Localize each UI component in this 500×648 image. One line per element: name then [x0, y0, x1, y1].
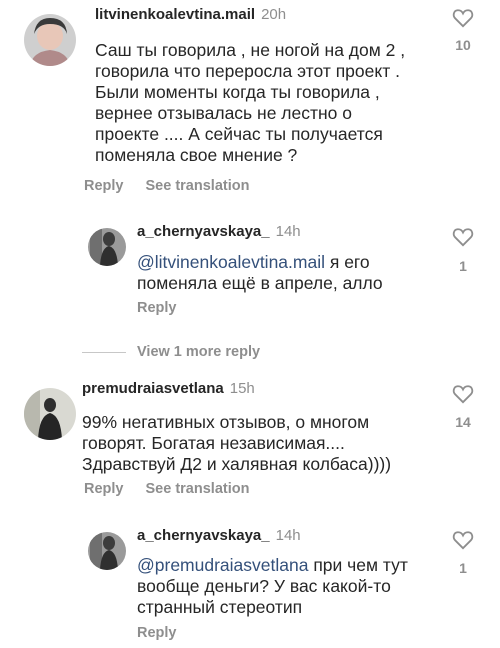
- heart-icon[interactable]: [452, 8, 474, 28]
- heart-icon[interactable]: [452, 227, 474, 247]
- timestamp: 14h: [275, 527, 301, 544]
- username[interactable]: premudraiasvetlana 15h: [82, 380, 255, 397]
- username[interactable]: a_chernyavskaya_ 14h: [137, 527, 301, 544]
- username-text[interactable]: premudraiasvetlana: [82, 380, 224, 397]
- reply-button[interactable]: Reply: [137, 625, 177, 641]
- like-count: 10: [455, 37, 471, 53]
- comment-text: @premudraiasvetlana при чем тут вообще д…: [137, 555, 427, 618]
- comment-actions: Reply: [137, 625, 199, 641]
- user-avatar-photo-icon: [88, 532, 126, 570]
- comment-actions: Reply See translation: [84, 178, 271, 194]
- comment-text: 99% негативных отзывов, о многом говорят…: [82, 412, 392, 474]
- user-avatar-photo-icon: [24, 14, 76, 66]
- user-avatar-photo-icon: [24, 388, 76, 440]
- like-count: 14: [455, 414, 471, 430]
- username-text[interactable]: a_chernyavskaya_: [137, 223, 270, 240]
- comment-text: Саш ты говорила , не ногой на дом 2 , го…: [95, 40, 406, 165]
- avatar[interactable]: [88, 532, 126, 570]
- heart-icon[interactable]: [452, 384, 474, 404]
- username[interactable]: litvinenkoalevtina.mail 20h: [95, 6, 286, 23]
- reply-button[interactable]: Reply: [84, 178, 124, 194]
- comment-actions: Reply: [137, 300, 199, 316]
- heart-icon[interactable]: [452, 530, 474, 550]
- avatar[interactable]: [88, 228, 126, 266]
- see-translation-button[interactable]: See translation: [146, 481, 250, 497]
- like-count: 1: [459, 560, 467, 576]
- username-text[interactable]: litvinenkoalevtina.mail: [95, 6, 255, 23]
- divider: [82, 352, 126, 353]
- timestamp: 20h: [261, 6, 287, 23]
- comment-actions: Reply See translation: [84, 481, 271, 497]
- comment-text: @litvinenkoalevtina.mail я его поменяла …: [137, 252, 427, 294]
- view-more-replies-button[interactable]: View 1 more reply: [137, 344, 260, 360]
- username[interactable]: a_chernyavskaya_ 14h: [137, 223, 301, 240]
- mention-link[interactable]: @litvinenkoalevtina.mail: [137, 252, 325, 272]
- reply-button[interactable]: Reply: [84, 481, 124, 497]
- avatar[interactable]: [24, 14, 76, 66]
- reply-button[interactable]: Reply: [137, 300, 177, 316]
- like-count: 1: [459, 258, 467, 274]
- avatar[interactable]: [24, 388, 76, 440]
- user-avatar-photo-icon: [88, 228, 126, 266]
- see-translation-button[interactable]: See translation: [146, 178, 250, 194]
- timestamp: 15h: [229, 380, 255, 397]
- timestamp: 14h: [275, 223, 301, 240]
- mention-link[interactable]: @premudraiasvetlana: [137, 555, 308, 575]
- username-text[interactable]: a_chernyavskaya_: [137, 527, 270, 544]
